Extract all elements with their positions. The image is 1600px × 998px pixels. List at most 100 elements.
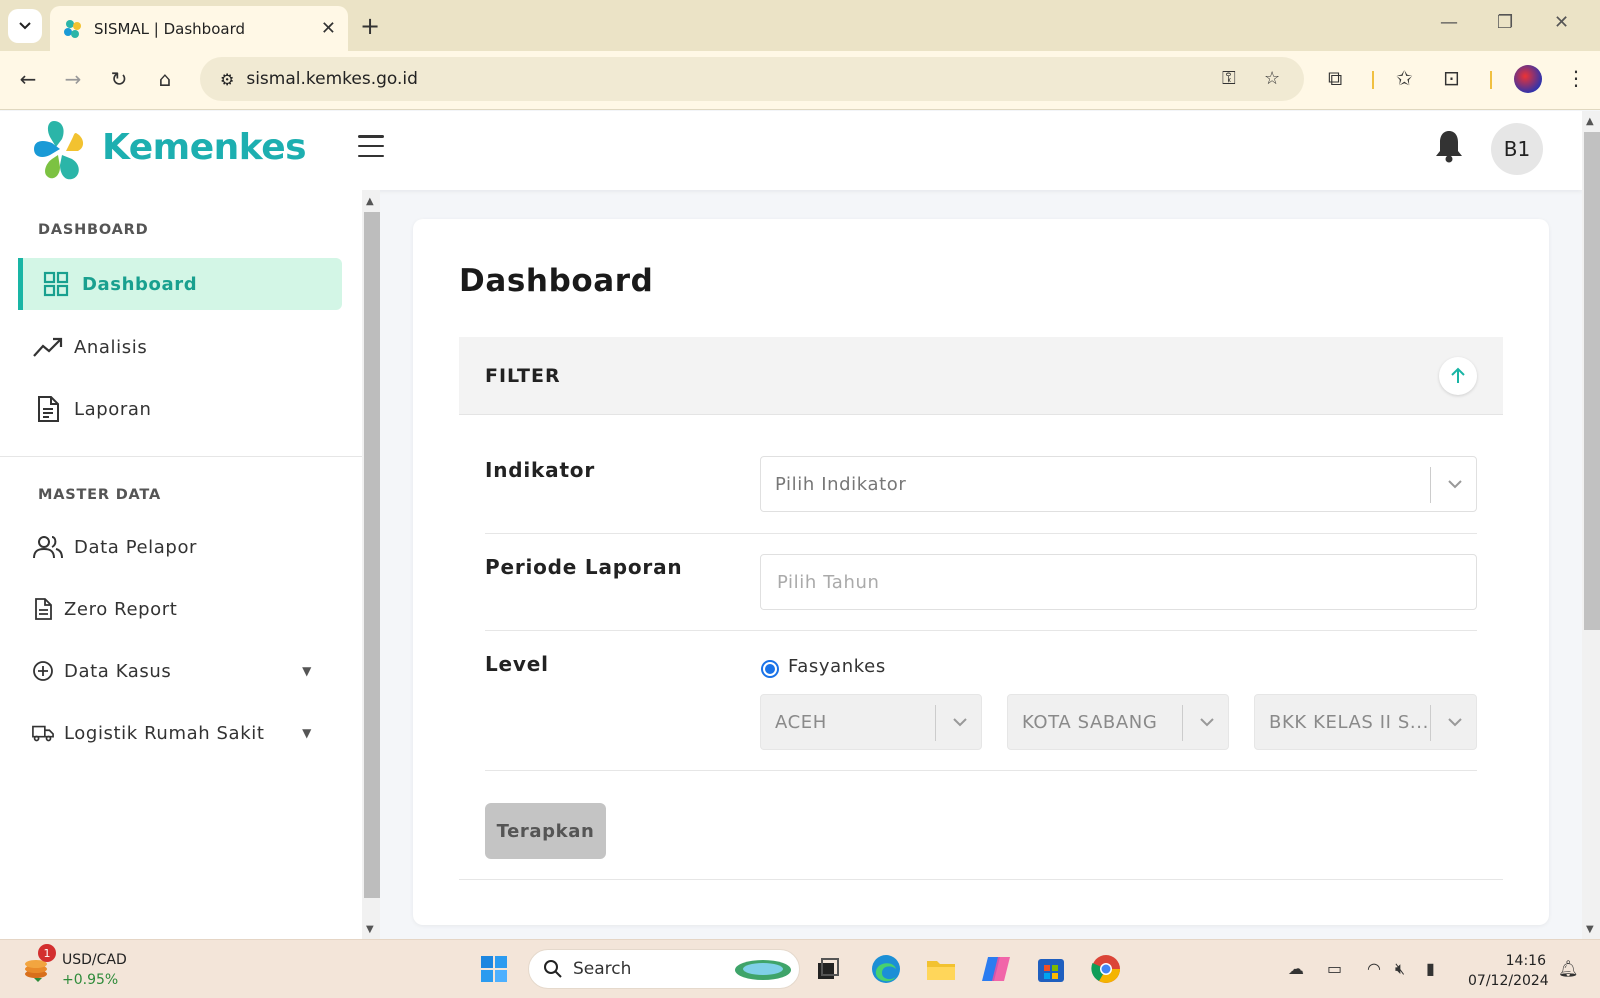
forward-icon[interactable]: → — [59, 67, 87, 91]
favorites-icon[interactable]: ✩ — [1396, 66, 1413, 90]
province-value: ACEH — [775, 711, 827, 733]
dashboard-card: Dashboard FILTER Indikator Pilih Indikat… — [413, 219, 1549, 925]
sidebar-item-label: Analisis — [74, 336, 148, 358]
address-bar[interactable]: ⚙ sismal.kemkes.go.id — [200, 57, 1304, 101]
microsoft-store-icon[interactable] — [1035, 953, 1067, 985]
screenshot-icon[interactable]: ⊡ — [1443, 66, 1460, 90]
toolbar-separator — [1372, 71, 1374, 89]
card-footer-separator — [459, 879, 1503, 880]
sidebar-item-zero-report[interactable]: Zero Report — [18, 583, 342, 635]
sidebar-divider — [0, 456, 362, 457]
logo-text: Kemenkes — [102, 127, 307, 168]
wifi-icon[interactable]: ◠ — [1367, 959, 1381, 978]
plus-circle-icon — [32, 660, 54, 682]
chevron-down-icon — [1448, 718, 1462, 727]
caret-down-icon: ▼ — [302, 726, 312, 740]
window-close-icon[interactable]: ✕ — [1554, 12, 1569, 33]
restore-icon[interactable]: ❐ — [1497, 12, 1513, 33]
display-icon[interactable]: ▭ — [1327, 959, 1342, 978]
minimize-icon[interactable]: — — [1440, 12, 1458, 33]
page-scrollbar-thumb[interactable] — [1584, 132, 1600, 630]
key-icon[interactable]: ⚿ — [1222, 68, 1236, 89]
sidebar-item-analisis[interactable]: Analisis — [18, 321, 342, 373]
edge-browser-icon[interactable] — [870, 953, 902, 985]
extensions-icon[interactable]: ⧉ — [1328, 66, 1342, 90]
browser-toolbar: ← → ↻ ⌂ ⚙ sismal.kemkes.go.id ⚿ ☆ ⧉ ✩ ⊡ … — [0, 51, 1600, 110]
row-separator — [485, 533, 1477, 534]
profile-avatar[interactable] — [1514, 65, 1542, 93]
chevron-down-icon — [953, 718, 967, 727]
chrome-icon[interactable] — [1090, 953, 1122, 985]
filter-title: FILTER — [485, 365, 561, 387]
reload-icon[interactable]: ↻ — [105, 67, 133, 91]
task-view-icon[interactable] — [812, 953, 844, 985]
url-text: sismal.kemkes.go.id — [246, 69, 418, 89]
collapse-filter-button[interactable] — [1439, 357, 1477, 395]
currency-widget[interactable]: USD/CAD +0.95% — [62, 950, 127, 990]
scroll-down-arrow-icon[interactable]: ▼ — [366, 924, 374, 935]
facility-value: BKK KELAS II S... — [1269, 711, 1429, 733]
select-separator — [1430, 705, 1431, 741]
chevron-down-icon — [1448, 480, 1462, 489]
sidebar-item-logistik-rumah-sakit[interactable]: Logistik Rumah Sakit ▼ — [18, 707, 342, 759]
fasyankes-radio[interactable] — [761, 660, 779, 678]
apply-button[interactable]: Terapkan — [485, 803, 606, 859]
select-separator — [1182, 705, 1183, 741]
back-icon[interactable]: ← — [14, 67, 42, 91]
copilot-icon[interactable] — [980, 953, 1012, 985]
facility-select[interactable]: BKK KELAS II S... — [1254, 694, 1477, 750]
chevron-down-icon — [19, 22, 31, 30]
app-header: Kemenkes B1 — [0, 111, 1582, 190]
filter-header[interactable]: FILTER — [459, 337, 1503, 415]
page-title: Dashboard — [459, 263, 654, 299]
sidebar-item-data-kasus[interactable]: Data Kasus ▼ — [18, 645, 342, 697]
clock-date: 07/12/2024 — [1468, 973, 1549, 989]
sidebar-item-label: Data Pelapor — [74, 536, 198, 558]
year-input[interactable] — [760, 554, 1477, 610]
taskbar-clock[interactable]: 14:16 07/12/2024 — [1468, 951, 1549, 991]
sidebar-item-dashboard[interactable]: Dashboard — [18, 258, 342, 310]
home-icon[interactable]: ⌂ — [151, 67, 179, 91]
close-tab-icon[interactable]: ✕ — [321, 18, 336, 39]
search-icon — [544, 960, 562, 978]
tab-search-button[interactable] — [8, 9, 42, 43]
arrow-up-icon — [1451, 367, 1465, 383]
notification-bell-icon[interactable]: 🔔︎ — [1558, 959, 1578, 978]
file-icon — [32, 597, 54, 621]
scroll-up-arrow-icon[interactable]: ▲ — [1586, 116, 1594, 127]
hamburger-menu-icon[interactable] — [358, 135, 384, 157]
onedrive-icon[interactable]: ☁ — [1288, 959, 1304, 978]
volume-muted-icon[interactable]: 🔇︎ — [1395, 959, 1405, 979]
kemenkes-logo-icon — [34, 121, 84, 180]
file-explorer-icon[interactable] — [925, 953, 957, 985]
sidebar-item-label: Laporan — [74, 398, 152, 420]
sidebar-item-laporan[interactable]: Laporan — [18, 383, 342, 435]
battery-icon[interactable]: ▮ — [1426, 959, 1435, 978]
user-avatar[interactable]: B1 — [1491, 123, 1543, 175]
more-menu-icon[interactable]: ⋮ — [1566, 66, 1586, 90]
sidebar-scrollbar-thumb[interactable] — [364, 212, 380, 898]
province-select[interactable]: ACEH — [760, 694, 982, 750]
notification-bell-icon[interactable] — [1434, 129, 1464, 163]
city-select[interactable]: KOTA SABANG — [1007, 694, 1229, 750]
trend-up-icon — [32, 336, 64, 358]
browser-tab-bar: SISMAL | Dashboard ✕ + — ❐ ✕ — [0, 0, 1600, 51]
toolbar-separator — [1490, 71, 1492, 89]
new-tab-icon[interactable]: + — [360, 12, 380, 40]
search-label: Search — [573, 959, 632, 979]
fasyankes-radio-label[interactable]: Fasyankes — [788, 656, 886, 677]
sidebar-section-master-data: MASTER DATA — [38, 487, 162, 503]
taskbar-search[interactable]: Search — [528, 949, 800, 989]
scroll-down-arrow-icon[interactable]: ▼ — [1586, 924, 1594, 935]
scroll-up-arrow-icon[interactable]: ▲ — [366, 196, 374, 207]
site-info-icon[interactable]: ⚙ — [220, 70, 234, 89]
windows-start-icon[interactable] — [478, 953, 510, 985]
bookmark-star-icon[interactable]: ☆ — [1264, 68, 1280, 89]
indikator-select[interactable]: Pilih Indikator — [760, 456, 1477, 512]
browser-tab[interactable]: SISMAL | Dashboard ✕ — [50, 6, 348, 51]
search-highlight-icon — [735, 960, 791, 980]
sidebar-item-data-pelapor[interactable]: Data Pelapor — [18, 521, 342, 573]
sidebar-item-label: Logistik Rumah Sakit — [64, 722, 265, 744]
chevron-down-icon — [1200, 718, 1214, 727]
sidebar-item-label: Dashboard — [82, 273, 198, 295]
